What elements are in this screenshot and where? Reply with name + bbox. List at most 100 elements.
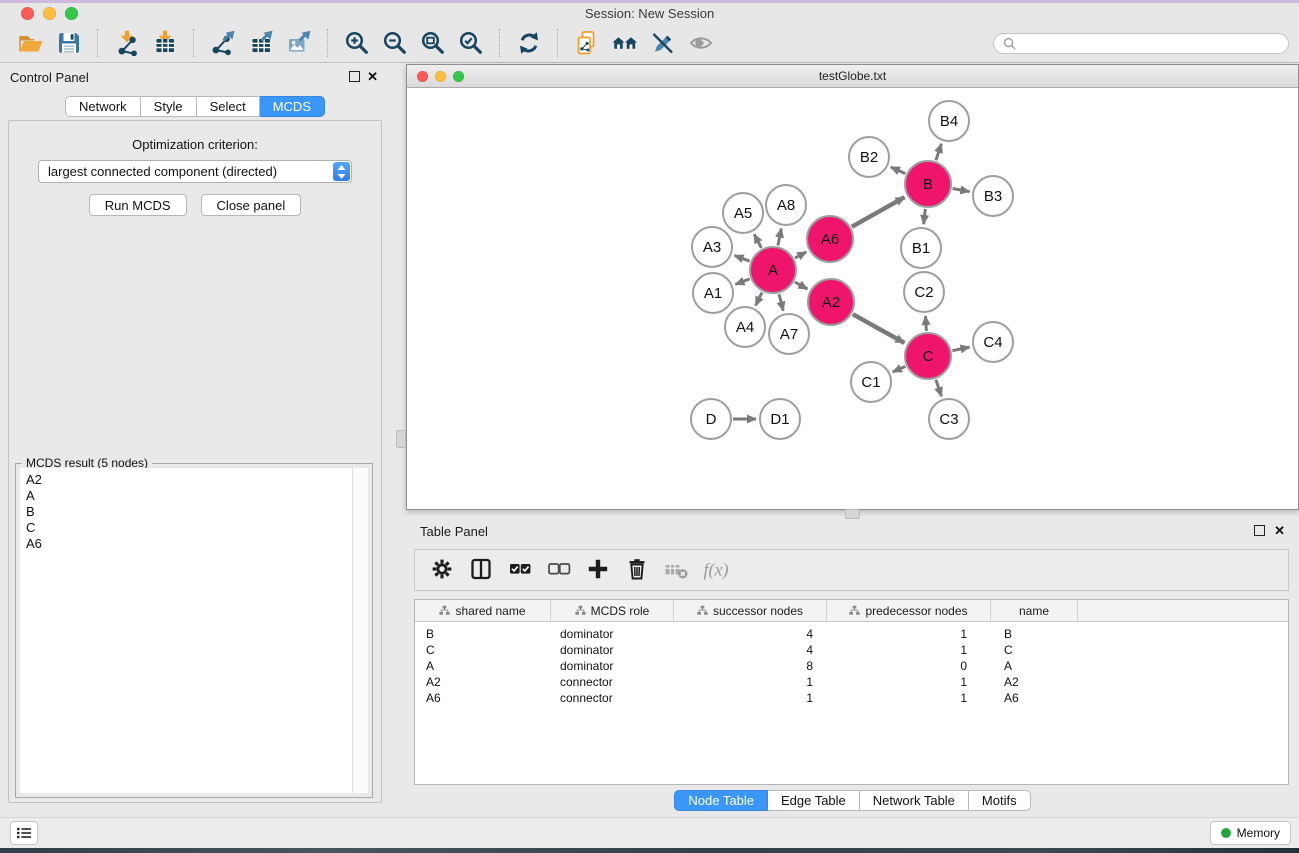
tab-network-table[interactable]: Network Table (860, 790, 969, 811)
node-A7[interactable]: A7 (769, 314, 809, 354)
result-list-item[interactable]: C (26, 520, 368, 536)
result-list-item[interactable]: A (26, 488, 368, 504)
node-B2[interactable]: B2 (849, 137, 889, 177)
node-C[interactable]: C (905, 333, 951, 379)
table-row[interactable]: Bdominator41B (415, 626, 1288, 642)
column-header-MCDS-role[interactable]: MCDS role (551, 600, 674, 621)
tab-select[interactable]: Select (197, 96, 260, 117)
column-header-name[interactable]: name (991, 600, 1078, 621)
edge-C-C4[interactable] (952, 347, 969, 351)
edge-B-B1[interactable] (924, 209, 926, 224)
node-A3[interactable]: A3 (692, 227, 732, 267)
deselect-all-button[interactable] (542, 554, 575, 586)
result-list-item[interactable]: B (26, 504, 368, 520)
table-row[interactable]: A6connector11A6 (415, 690, 1288, 706)
edge-C-C2[interactable] (926, 316, 927, 331)
table-row[interactable]: Cdominator41C (415, 642, 1288, 658)
node-A1[interactable]: A1 (693, 273, 733, 313)
node-A2[interactable]: A2 (808, 279, 854, 325)
edge-A-A2[interactable] (795, 282, 808, 289)
edge-A-A6[interactable] (795, 252, 806, 258)
table-row[interactable]: A2connector11A2 (415, 674, 1288, 690)
node-A6[interactable]: A6 (807, 216, 853, 262)
select-all-button[interactable] (503, 554, 536, 586)
result-list-item[interactable]: A2 (26, 472, 368, 488)
network-canvas[interactable]: B4 B2 B B3 A8A5 A6 A3 B1 A C2 A1 A2 A4A7 C4 C C1 C3 D D1 (407, 88, 1298, 509)
import-table-button[interactable] (146, 27, 184, 59)
edge-A-A3[interactable] (735, 256, 750, 262)
tab-node-table[interactable]: Node Table (674, 790, 768, 811)
edge-A-A4[interactable] (756, 292, 762, 305)
tab-mcds[interactable]: MCDS (260, 96, 325, 117)
search-field[interactable] (993, 33, 1289, 54)
criterion-select[interactable]: largest connected component (directed) (38, 160, 352, 183)
tab-edge-table[interactable]: Edge Table (768, 790, 860, 811)
edge-A-A5[interactable] (754, 234, 761, 248)
show-graphics-details-button[interactable] (682, 27, 720, 59)
edge-A-A8[interactable] (778, 229, 781, 246)
column-header-shared-name[interactable]: shared name (415, 600, 551, 621)
edge-B-B4[interactable] (936, 144, 942, 161)
network-window-titlebar[interactable]: testGlobe.txt (407, 65, 1298, 88)
tab-motifs[interactable]: Motifs (969, 790, 1031, 811)
node-A4[interactable]: A4 (725, 307, 765, 347)
export-network-button[interactable] (204, 27, 242, 59)
zoom-in-button[interactable] (338, 27, 376, 59)
add-column-button[interactable] (581, 554, 614, 586)
run-mcds-button[interactable]: Run MCDS (89, 194, 187, 216)
save-session-button[interactable] (50, 27, 88, 59)
hide-annotations-button[interactable] (644, 27, 682, 59)
node-D1[interactable]: D1 (760, 399, 800, 439)
memory-button[interactable]: Memory (1210, 821, 1291, 845)
task-history-button[interactable] (10, 821, 38, 845)
column-header-predecessor-nodes[interactable]: predecessor nodes (827, 600, 991, 621)
panel-divider-grip-horizontal[interactable] (845, 509, 860, 519)
edge-B-B3[interactable] (953, 189, 970, 192)
delete-columns-button[interactable] (620, 554, 653, 586)
node-C3[interactable]: C3 (929, 399, 969, 439)
node-B4[interactable]: B4 (929, 101, 969, 141)
zoom-fit-button[interactable] (414, 27, 452, 59)
node-C2[interactable]: C2 (904, 272, 944, 312)
result-list-item[interactable]: A6 (26, 536, 368, 552)
node-B3[interactable]: B3 (973, 176, 1013, 216)
close-panel-button[interactable]: Close panel (201, 194, 302, 216)
edge-A-A1[interactable] (735, 279, 749, 285)
delete-table-button[interactable] (659, 554, 692, 586)
open-session-button[interactable] (12, 27, 50, 59)
table-panel-float-button[interactable] (1254, 525, 1265, 536)
table-row[interactable]: Adominator80A (415, 658, 1288, 674)
edge-B-B2[interactable] (891, 167, 906, 174)
search-input[interactable] (1021, 35, 1279, 51)
panel-divider-grip-vertical[interactable] (396, 430, 406, 448)
edge-A2-C[interactable] (853, 314, 905, 343)
column-header-successor-nodes[interactable]: successor nodes (674, 600, 827, 621)
import-network-button[interactable] (108, 27, 146, 59)
node-A[interactable]: A (750, 247, 796, 293)
export-table-button[interactable] (242, 27, 280, 59)
node-B[interactable]: B (905, 161, 951, 207)
control-panel-float-button[interactable] (349, 71, 360, 82)
node-D[interactable]: D (691, 399, 731, 439)
tab-style[interactable]: Style (141, 96, 197, 117)
table-settings-button[interactable] (425, 554, 458, 586)
clone-network-button[interactable] (568, 27, 606, 59)
toggle-column-panel-button[interactable] (464, 554, 497, 586)
export-image-button[interactable] (280, 27, 318, 59)
first-neighbors-button[interactable] (606, 27, 644, 59)
edge-C-C1[interactable] (893, 366, 906, 372)
control-panel-close-button[interactable]: ✕ (367, 71, 378, 82)
node-C1[interactable]: C1 (851, 362, 891, 402)
zoom-selected-button[interactable] (452, 27, 490, 59)
function-builder-button[interactable]: f(x) (698, 554, 731, 586)
result-scrollbar[interactable] (352, 468, 368, 793)
table-panel-close-button[interactable]: ✕ (1274, 525, 1285, 536)
tab-network[interactable]: Network (65, 96, 141, 117)
mcds-result-list[interactable]: A2ABCA6 (20, 468, 368, 793)
node-B1[interactable]: B1 (901, 228, 941, 268)
node-C4[interactable]: C4 (973, 322, 1013, 362)
node-A8[interactable]: A8 (766, 185, 806, 225)
node-A5[interactable]: A5 (723, 193, 763, 233)
apply-layout-button[interactable] (510, 27, 548, 59)
edge-A6-B[interactable] (852, 197, 905, 227)
